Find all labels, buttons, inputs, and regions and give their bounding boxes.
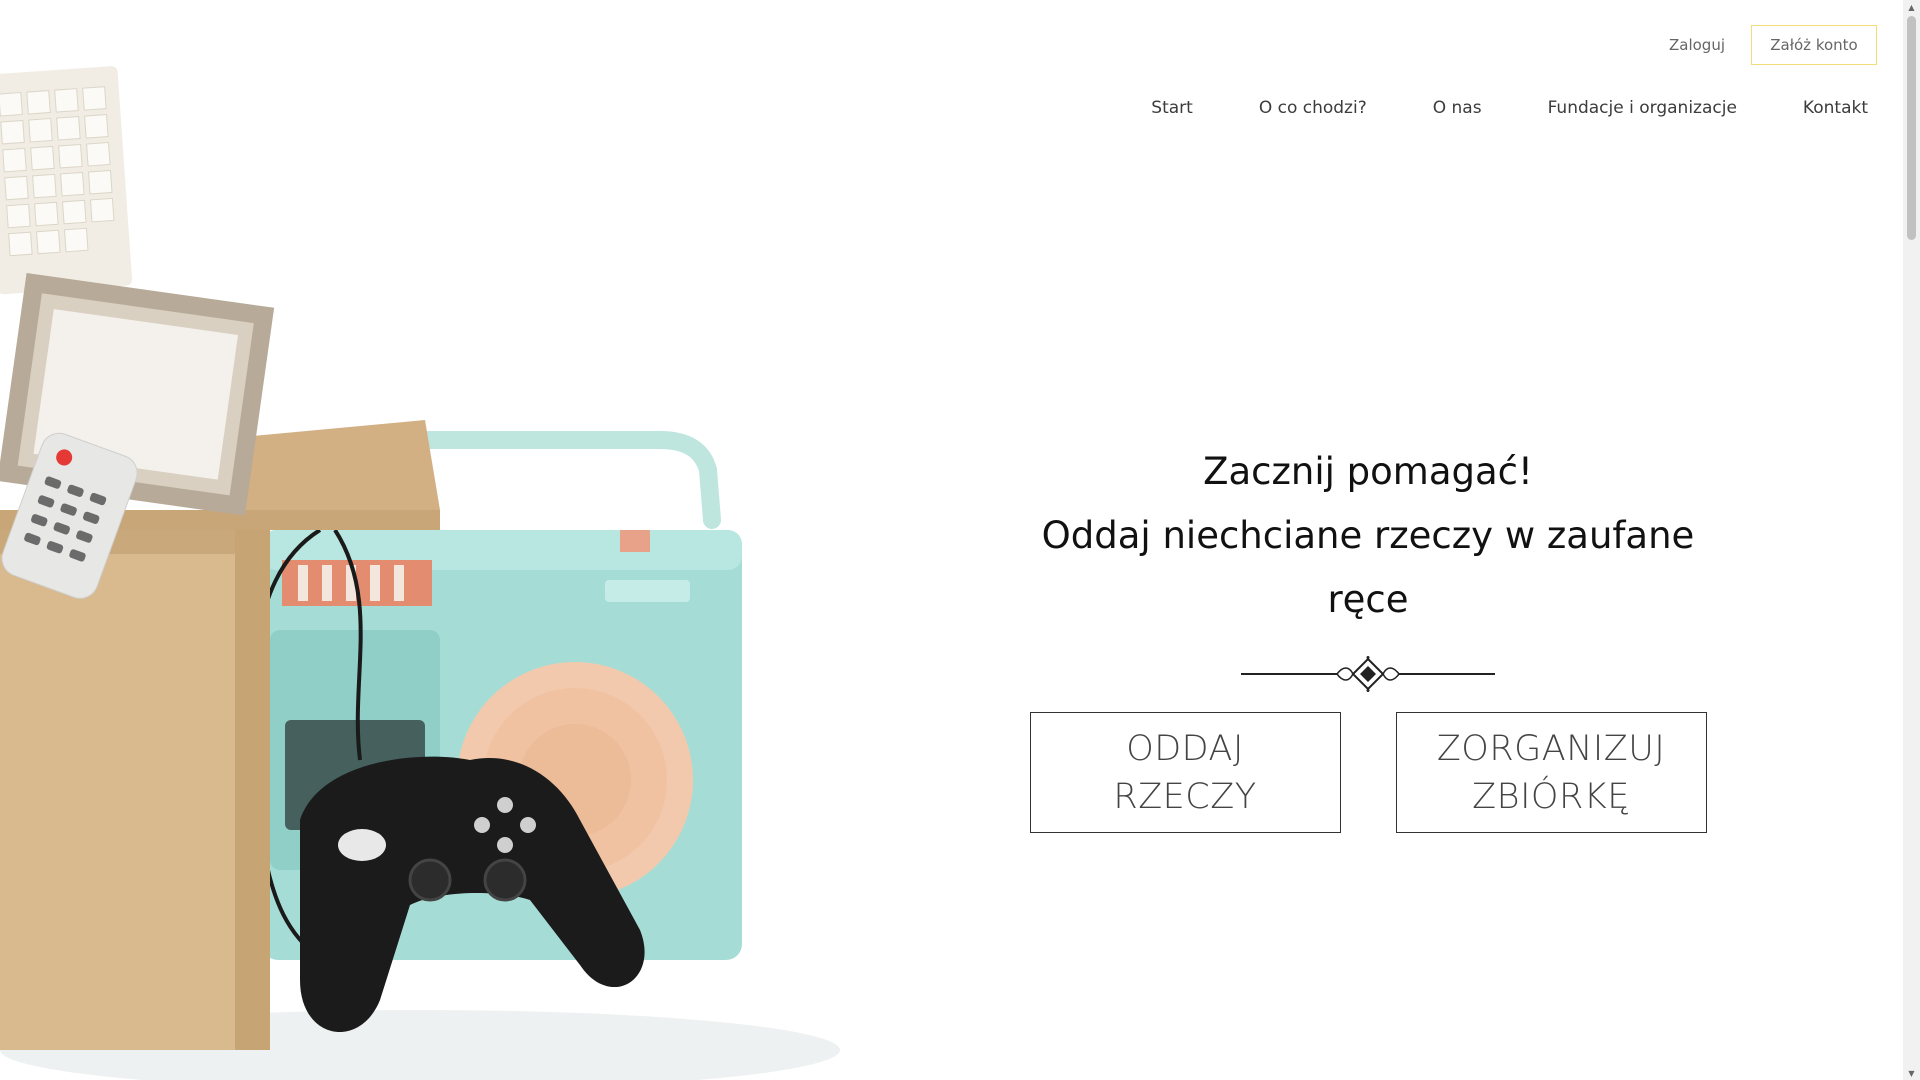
decorative-divider-icon — [1241, 656, 1495, 692]
nav-item-about-project[interactable]: O co chodzi? — [1259, 98, 1367, 118]
login-link[interactable]: Zaloguj — [1669, 36, 1725, 54]
organize-collection-button[interactable]: ZORGANIZUJ ZBIÓRKĘ — [1395, 712, 1707, 833]
auth-bar: Zaloguj Załóż konto — [1669, 24, 1877, 66]
hero-title-line1: Zacznij pomagać! — [1203, 450, 1533, 493]
hero-section: Zacznij pomagać! Oddaj niechciane rzeczy… — [1000, 440, 1736, 833]
scroll-down-icon[interactable]: ▼ — [1903, 1066, 1920, 1080]
give-items-button[interactable]: ODDAJ RZECZY — [1029, 712, 1341, 833]
give-items-line1: ODDAJ — [1126, 728, 1244, 769]
scroll-up-icon[interactable]: ▲ — [1903, 0, 1920, 14]
scroll-thumb[interactable] — [1907, 16, 1916, 240]
nav-item-about-us[interactable]: O nas — [1433, 98, 1482, 118]
hero-image — [0, 66, 840, 1080]
nav-item-foundations[interactable]: Fundacje i organizacje — [1548, 98, 1737, 118]
cta-row: ODDAJ RZECZY ZORGANIZUJ ZBIÓRKĘ — [1000, 712, 1736, 833]
hero-title: Zacznij pomagać! Oddaj niechciane rzeczy… — [1000, 440, 1736, 632]
hero-title-line2: Oddaj niechciane rzeczy w zaufane ręce — [1041, 514, 1695, 621]
main-nav: Start O co chodzi? O nas Fundacje i orga… — [1085, 98, 1868, 118]
organize-collection-line2: ZBIÓRKĘ — [1472, 776, 1630, 817]
nav-item-contact[interactable]: Kontakt — [1803, 98, 1868, 118]
give-items-line2: RZECZY — [1113, 776, 1257, 817]
page-scrollbar[interactable]: ▲ ▼ — [1903, 0, 1920, 1080]
keyboard-icon — [0, 66, 133, 295]
organize-collection-line1: ZORGANIZUJ — [1436, 728, 1666, 769]
nav-item-start[interactable]: Start — [1151, 98, 1193, 118]
register-button[interactable]: Załóż konto — [1751, 25, 1877, 65]
